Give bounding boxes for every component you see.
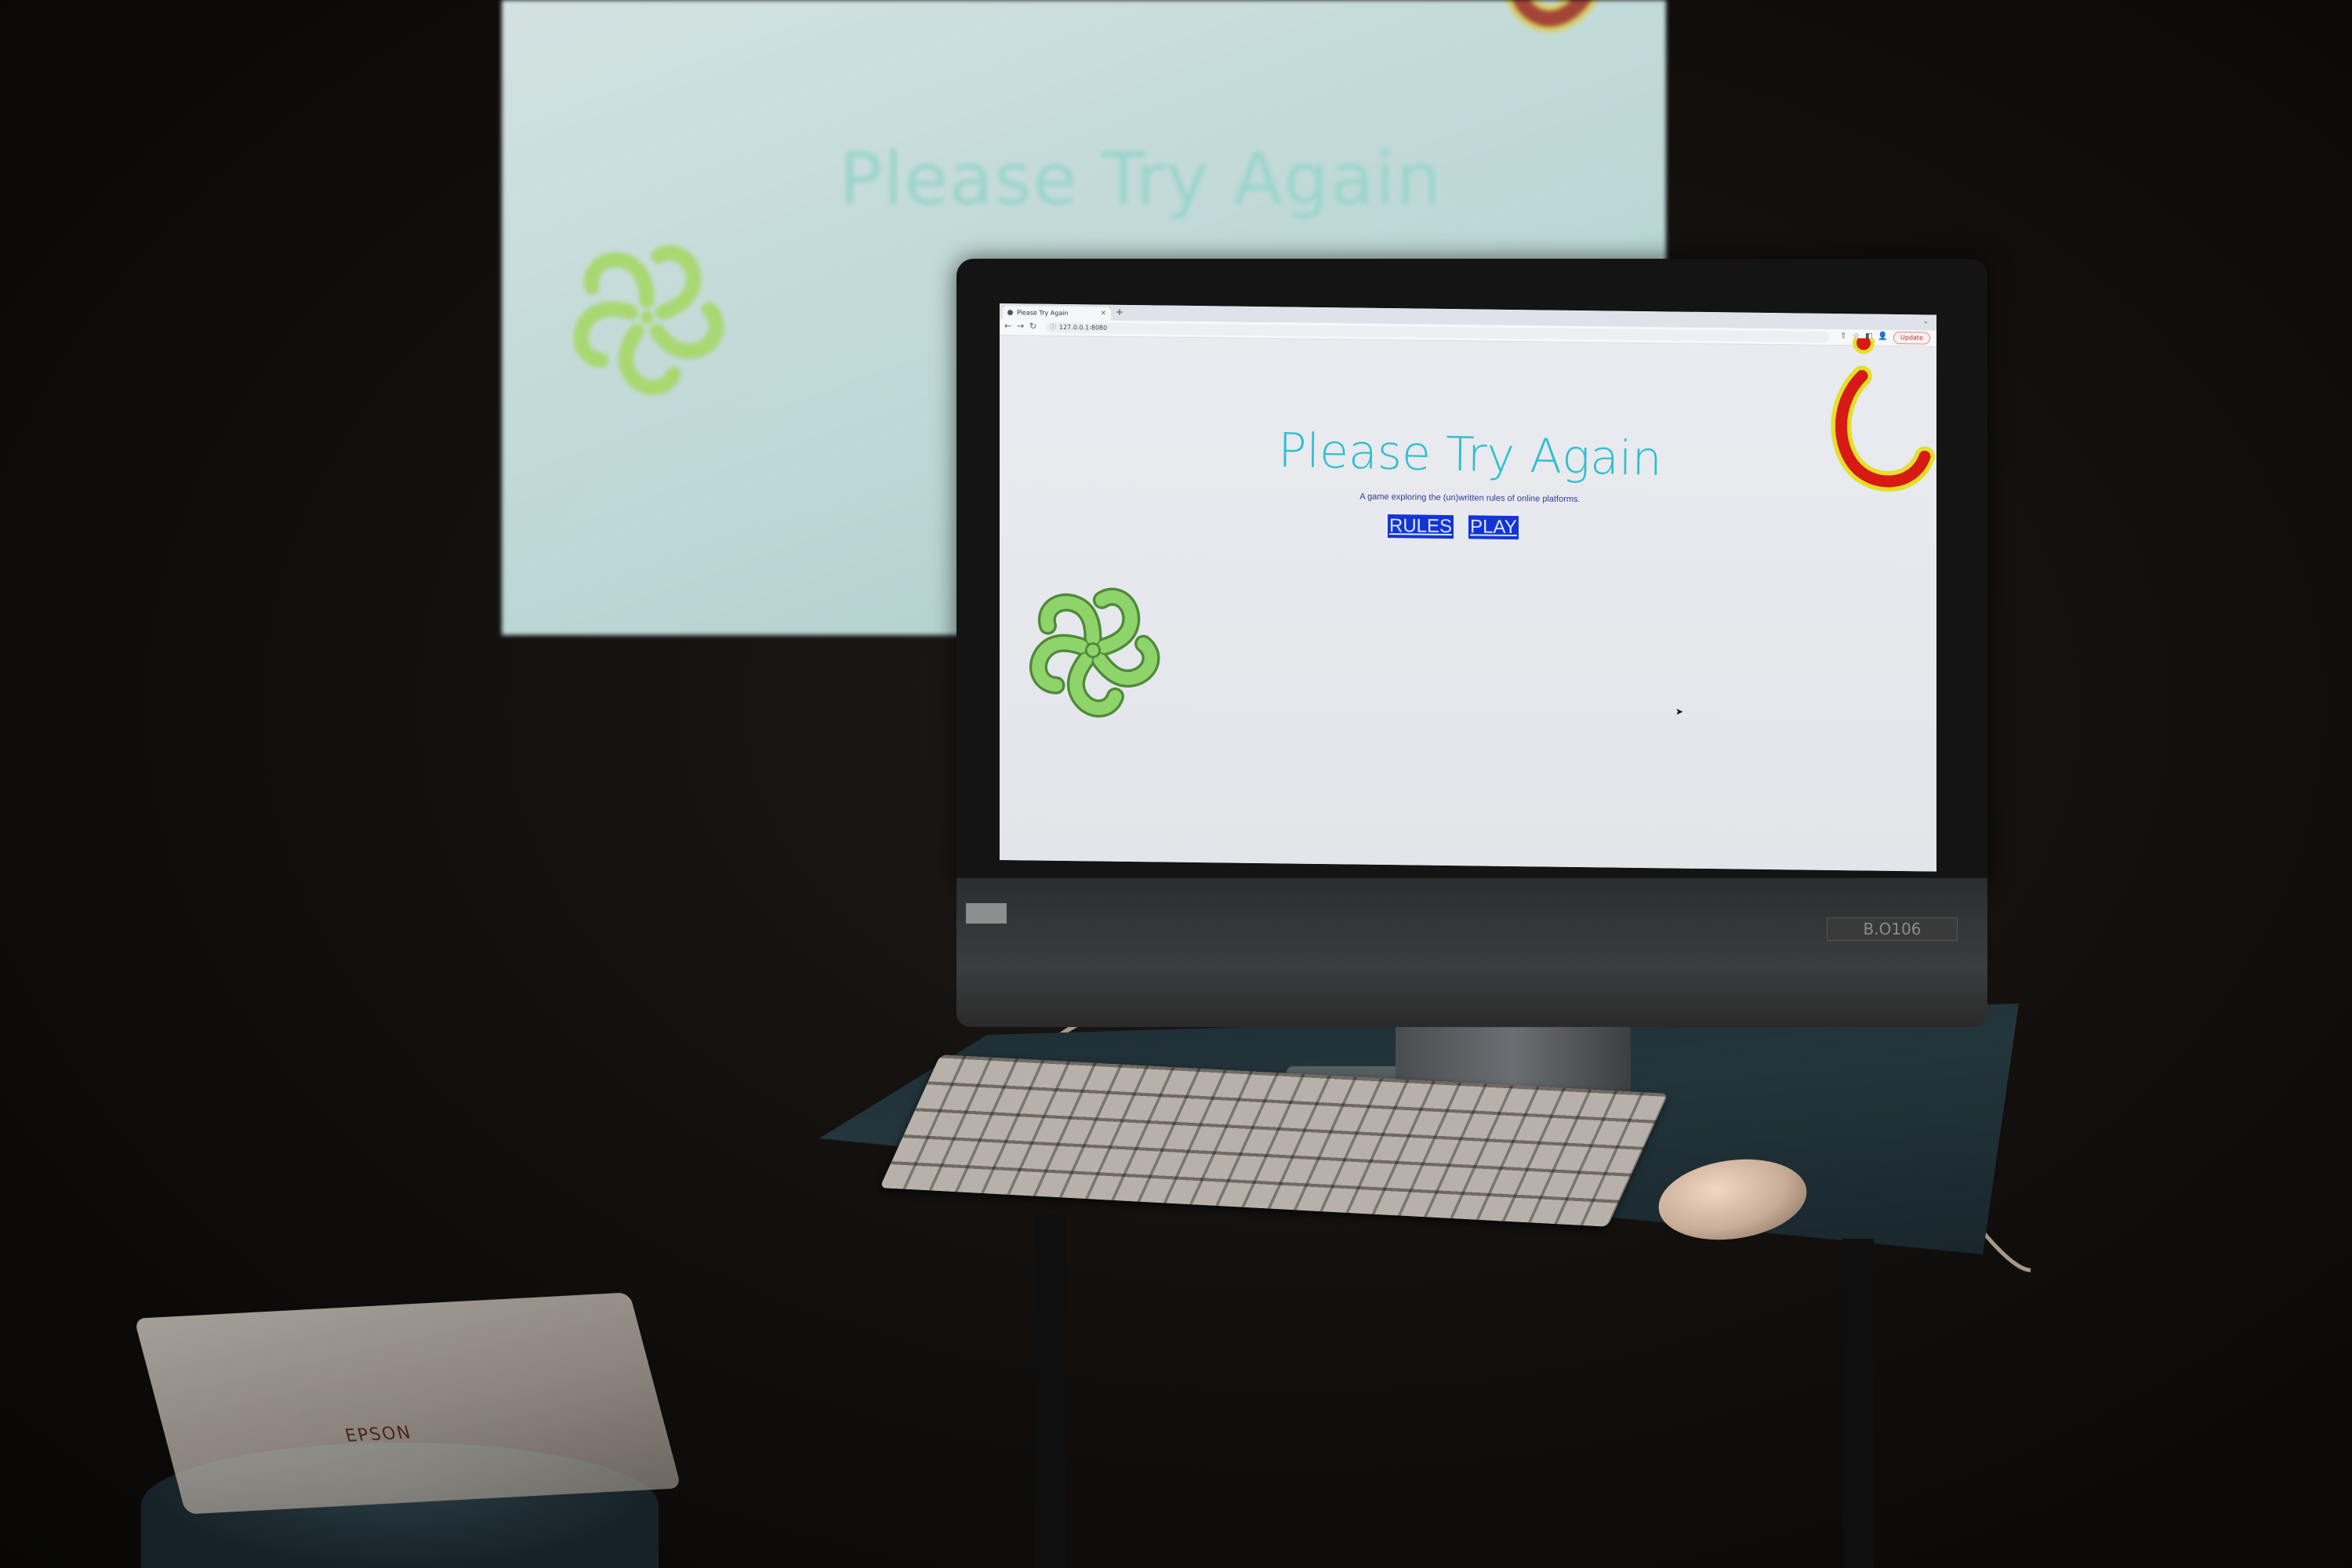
asset-tag: B.O106 xyxy=(1827,917,1958,941)
scene: Please Try Again Please Try Again × + ⌄ … xyxy=(0,0,2352,1568)
imac: Please Try Again × + ⌄ ← → ↻ ⓘ 127.0.0.1… xyxy=(956,259,1987,1027)
forward-arrow-icon[interactable]: → xyxy=(1017,321,1024,331)
web-page: Please Try Again A game exploring the (u… xyxy=(1000,336,1936,872)
imac-bezel: Please Try Again × + ⌄ ← → ↻ ⓘ 127.0.0.1… xyxy=(956,259,1987,886)
tab-search-icon[interactable]: ⌄ xyxy=(1922,318,1929,325)
rules-button[interactable]: RULES xyxy=(1388,514,1454,539)
button-row: RULES PLAY xyxy=(1388,514,1530,541)
back-arrow-icon[interactable]: ← xyxy=(1004,321,1011,331)
imac-chin: B.O106 xyxy=(956,878,1987,1027)
page-title: Please Try Again xyxy=(1277,423,1663,487)
projector: EPSON xyxy=(133,1292,682,1515)
browser-tab[interactable]: Please Try Again × xyxy=(1003,306,1111,321)
projection-title: Please Try Again xyxy=(839,137,1443,221)
inverted-question-mark-icon xyxy=(1831,337,1935,492)
play-button[interactable]: PLAY xyxy=(1468,515,1519,540)
screen: Please Try Again × + ⌄ ← → ↻ ⓘ 127.0.0.1… xyxy=(1000,303,1936,872)
page-subtitle: A game exploring the (un)written rules o… xyxy=(1359,492,1581,505)
tab-title: Please Try Again xyxy=(1017,309,1069,318)
site-info-icon[interactable]: ⓘ xyxy=(1050,322,1056,333)
question-mark-flower-icon xyxy=(1003,555,1183,746)
desk-leg-right xyxy=(1842,1239,1874,1568)
new-tab-button[interactable]: + xyxy=(1116,307,1123,318)
sticker-label xyxy=(966,903,1007,924)
reload-icon[interactable]: ↻ xyxy=(1029,321,1036,331)
projection-flower-icon xyxy=(533,176,760,459)
mouse-cursor-icon: ➤ xyxy=(1675,706,1684,717)
desk-leg-left xyxy=(1035,1215,1066,1568)
projection-hook-icon xyxy=(1506,0,1599,32)
projector-brand-label: EPSON xyxy=(343,1423,415,1446)
url-text[interactable]: 127.0.0.1:8080 xyxy=(1059,322,1107,334)
tab-close-icon[interactable]: × xyxy=(1100,307,1106,321)
favicon-icon xyxy=(1007,310,1013,316)
